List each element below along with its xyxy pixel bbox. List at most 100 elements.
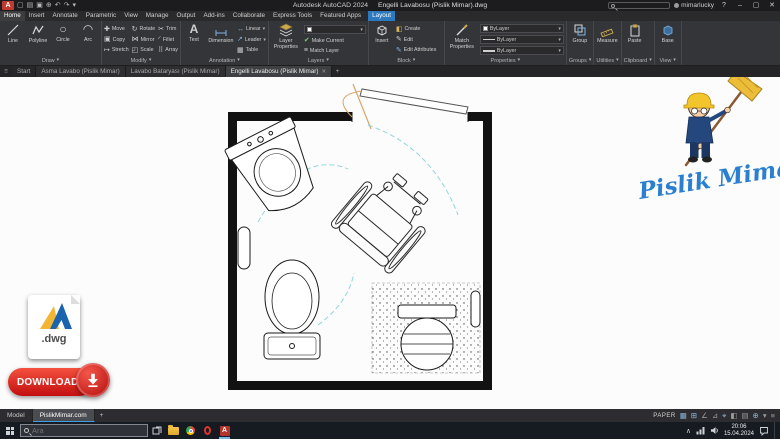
panel-label-annotation[interactable]: Annotation ▾ (183, 57, 266, 65)
autocad-taskbar-button[interactable]: A (216, 422, 233, 439)
circle-button[interactable]: ○ Circle (52, 22, 74, 57)
leader-dropdown[interactable]: ↗Leader▾ (237, 36, 266, 43)
opera-button[interactable] (199, 422, 216, 439)
panel-label-utilities[interactable]: Utilities ▾ (596, 57, 618, 65)
new-drawing-tab-button[interactable]: + (332, 66, 343, 77)
tab-express-tools[interactable]: Express Tools (269, 11, 316, 21)
osnap-icon[interactable]: ⌖ (722, 409, 726, 422)
match-properties-button[interactable]: Match Properties (447, 22, 477, 57)
download-arrow-icon[interactable] (76, 363, 110, 397)
file-tab-start[interactable]: Start (12, 66, 36, 77)
move-button[interactable]: ✚Move (104, 26, 129, 33)
door[interactable] (343, 84, 468, 129)
file-tab-lavabo-bataryasi[interactable]: Lavabo Bataryası (Pislik Mimar) (126, 66, 226, 77)
washbasin[interactable] (224, 116, 327, 222)
stretch-button[interactable]: ↦Stretch (104, 47, 129, 54)
scale-button[interactable]: ◰Scale (132, 47, 155, 54)
close-tab-icon[interactable]: ✕ (321, 69, 326, 75)
copy-button[interactable]: ▣Copy (104, 36, 129, 43)
new-file-icon[interactable]: ▢ (17, 0, 24, 11)
task-view-button[interactable] (148, 422, 165, 439)
text-button[interactable]: A Text (183, 22, 205, 57)
save-icon[interactable]: ▣ (36, 0, 43, 11)
grid-icon[interactable]: ▦ (680, 409, 687, 422)
model-tab[interactable]: Model (0, 409, 33, 422)
rotate-button[interactable]: ↻Rotate (132, 26, 155, 33)
tab-insert[interactable]: Insert (25, 11, 49, 21)
color-dropdown[interactable]: ByLayer ▾ (480, 24, 564, 33)
match-layer-button[interactable]: ≡Match Layer (304, 47, 366, 54)
panel-label-block[interactable]: Block ▾ (371, 57, 442, 65)
file-explorer-button[interactable] (165, 422, 182, 439)
panel-label-view[interactable]: View ▾ (657, 57, 679, 65)
show-desktop-button[interactable] (774, 422, 778, 439)
paste-button[interactable]: Paste (624, 22, 646, 57)
notification-center-icon[interactable] (759, 426, 769, 436)
panel-label-modify[interactable]: Modify ▾ (104, 57, 178, 65)
tab-annotate[interactable]: Annotate (49, 11, 82, 21)
network-icon[interactable] (696, 426, 705, 435)
plot-icon[interactable]: ⊕ (46, 0, 52, 11)
tab-parametric[interactable]: Parametric (82, 11, 120, 21)
file-tabs-menu-icon[interactable]: ≡ (0, 66, 12, 77)
autocad-logo-icon[interactable]: A (2, 1, 14, 10)
space-label[interactable]: PAPER (653, 413, 675, 419)
annotation-scale-icon[interactable]: ⊕ (753, 409, 759, 422)
tab-collaborate[interactable]: Collaborate (229, 11, 269, 21)
volume-icon[interactable] (710, 426, 719, 435)
customize-icon[interactable]: ≡ (771, 409, 775, 422)
ortho-icon[interactable]: ⊿ (712, 409, 718, 422)
edit-attributes-button[interactable]: ✎Edit Attributes (396, 47, 442, 54)
measure-button[interactable]: Measure (596, 22, 618, 57)
fillet-button[interactable]: ◜Fillet (158, 36, 178, 43)
file-tab-engelli-lavabosu[interactable]: Engelli Lavabosu (Pislik Mimar) ✕ (226, 66, 332, 77)
panel-label-draw[interactable]: Draw ▾ (2, 57, 99, 65)
transparency-icon[interactable]: ▤ (741, 409, 748, 422)
taskbar-search[interactable] (20, 424, 148, 437)
array-button[interactable]: ⠿Array (158, 47, 178, 54)
redo-icon[interactable]: ↷ (64, 0, 70, 11)
layer-properties-button[interactable]: Layer Properties (271, 22, 301, 57)
search-input[interactable] (32, 426, 144, 435)
drawing-canvas[interactable]: Pislik Mimar .dwg DOWNLOAD (0, 77, 780, 409)
line-button[interactable]: Line (2, 22, 24, 57)
tab-output[interactable]: Output (173, 11, 200, 21)
insert-block-button[interactable]: Insert (371, 22, 393, 57)
polar-tracking-icon[interactable]: ∠ (701, 409, 708, 422)
taskbar-clock[interactable]: 20:06 15.04.2024 (724, 424, 754, 438)
linear-dropdown[interactable]: ↔Linear▾ (237, 26, 266, 33)
base-view-button[interactable]: Base (657, 22, 679, 57)
help-icon[interactable]: ? (718, 0, 730, 11)
make-current-button[interactable]: ✔Make Current (304, 37, 366, 44)
trim-button[interactable]: ✂Trim (158, 26, 178, 33)
layout-tab-pislikmimar[interactable]: PislikMimar.com (33, 409, 95, 422)
panel-label-groups[interactable]: Groups ▾ (569, 57, 592, 65)
maximize-button[interactable]: ▢ (750, 0, 762, 11)
open-file-icon[interactable]: ▤ (27, 0, 34, 11)
tab-view[interactable]: View (120, 11, 142, 21)
tab-manage[interactable]: Manage (142, 11, 173, 21)
minimize-button[interactable]: – (734, 0, 746, 11)
lineweight-dropdown[interactable]: ByLayer ▾ (480, 46, 564, 55)
shower-area[interactable] (372, 283, 480, 373)
group-button[interactable]: Group (569, 22, 591, 57)
snap-icon[interactable]: ⊞ (691, 409, 697, 422)
titlebar-search-field[interactable] (608, 2, 670, 9)
close-button[interactable]: ✕ (766, 0, 778, 11)
tab-home[interactable]: Home (0, 11, 25, 21)
polyline-button[interactable]: Polyline (27, 22, 49, 57)
toilet[interactable] (264, 260, 320, 359)
wheelchair-symbol[interactable] (330, 161, 443, 275)
file-tab-asma-lavabo[interactable]: Asma Lavabo (Pislik Mimar) (36, 66, 125, 77)
tray-chevron-icon[interactable]: ∧ (686, 427, 691, 435)
edit-block-button[interactable]: ✎Edit (396, 36, 442, 43)
panel-label-clipboard[interactable]: Clipboard ▾ (624, 57, 652, 65)
chrome-button[interactable] (182, 422, 199, 439)
workspace-caret-icon[interactable]: ▾ (763, 409, 767, 422)
table-button[interactable]: ▦Table (237, 47, 266, 54)
undo-icon[interactable]: ↶ (55, 0, 61, 11)
account-chip[interactable]: mimarlucky (674, 2, 714, 9)
new-layout-button[interactable]: + (95, 409, 109, 422)
tab-featured-apps[interactable]: Featured Apps (316, 11, 365, 21)
create-block-button[interactable]: ◧Create (396, 26, 442, 33)
